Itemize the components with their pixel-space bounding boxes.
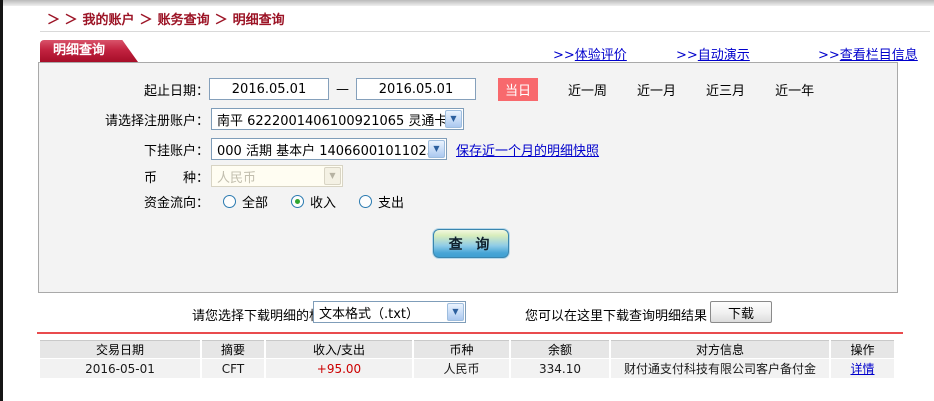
radio-checked-icon: [291, 195, 304, 208]
flow-option[interactable]: 收入: [291, 192, 336, 211]
sub-account-value: 000 活期 基本户 1406600101102571848: [212, 140, 428, 159]
breadcrumb-separator: ＞: [140, 13, 153, 28]
radio-icon: [359, 195, 372, 208]
results-table: 交易日期摘要收入/支出币种余额对方信息操作 2016-05-01CFT+95.0…: [38, 339, 896, 379]
save-snapshot-link[interactable]: 保存近一个月的明细快照: [456, 140, 599, 159]
fund-flow-label: 资金流向：: [39, 192, 209, 211]
currency-value: 人民币: [212, 167, 261, 186]
table-top-divider: [37, 332, 903, 334]
chevron-down-icon: ▼: [447, 303, 464, 321]
table-cell: +95.00: [266, 359, 412, 378]
flow-option-label: 全部: [242, 192, 268, 211]
double-arrow-icon: >>: [676, 48, 698, 63]
column-header: 收入/支出: [266, 340, 412, 358]
column-header: 交易日期: [40, 340, 200, 358]
date-range-label: 起止日期：: [39, 80, 209, 99]
header-link-1[interactable]: >>体验评价: [553, 44, 627, 63]
table-row: 2016-05-01CFT+95.00人民币334.10财付通支付科技有限公司客…: [40, 359, 894, 378]
quick-range-item[interactable]: 近一年: [775, 80, 814, 99]
date-from-input[interactable]: [209, 78, 329, 100]
column-header: 币种: [414, 340, 509, 358]
double-arrow-icon: >>: [818, 48, 840, 63]
flow-option-label: 支出: [378, 192, 404, 211]
header-link-label: 自动演示: [698, 48, 750, 63]
chevron-down-icon: ▼: [324, 167, 341, 185]
breadcrumb: ＞ ＞ 我的账户 ＞ 账务查询 ＞ 明细查询: [42, 9, 285, 28]
register-account-label: 请选择注册账户：: [39, 110, 209, 129]
register-account-row: 请选择注册账户： 南平 6222001406100921065 灵通卡 ▼: [39, 107, 464, 131]
table-cell: 2016-05-01: [40, 359, 200, 378]
sub-account-row: 下挂账户： 000 活期 基本户 1406600101102571848 ▼ 保…: [39, 137, 599, 161]
table-cell: 详情: [831, 359, 894, 378]
fund-flow-options: 全部 收入 支出: [209, 192, 404, 211]
page: ＞ ＞我的账户＞账务查询＞明细查询 明细查询 >>体验评价>>自动演示>>查看栏…: [0, 0, 934, 401]
breadcrumb-item[interactable]: 账务查询: [158, 13, 210, 28]
quick-range-item[interactable]: 近一周: [568, 80, 607, 99]
column-header: 余额: [511, 340, 609, 358]
table-cell: CFT: [202, 359, 264, 378]
detail-link[interactable]: 详情: [850, 362, 874, 376]
double-arrow-icon: >>: [553, 48, 575, 63]
table-cell: 人民币: [414, 359, 509, 378]
fund-flow-row: 资金流向： 全部 收入 支出: [39, 189, 404, 213]
currency-row: 币 种： 人民币 ▼: [39, 164, 343, 188]
download-format-value: 文本格式（.txt）: [314, 303, 424, 322]
chevron-down-icon: ▼: [428, 140, 445, 158]
breadcrumb-arrows-icon: ＞ ＞: [47, 13, 78, 28]
sub-account-label: 下挂账户：: [39, 140, 209, 159]
header-link-label: 体验评价: [575, 48, 627, 63]
header-links: >>体验评价>>自动演示>>查看栏目信息: [0, 44, 934, 62]
column-header: 操作: [831, 340, 894, 358]
breadcrumb-separator: ＞: [215, 13, 228, 28]
breadcrumb-item[interactable]: 我的账户: [83, 13, 135, 28]
quick-range-group: 当日 近一周 近一月 近三月 近一年: [476, 78, 814, 101]
results-table-body: 2016-05-01CFT+95.00人民币334.10财付通支付科技有限公司客…: [40, 359, 894, 378]
flow-option[interactable]: 全部: [223, 192, 268, 211]
date-to-input[interactable]: [356, 78, 476, 100]
flow-option-label: 收入: [310, 192, 336, 211]
quick-range-item[interactable]: 近三月: [706, 80, 745, 99]
download-button[interactable]: 下载: [710, 301, 772, 323]
register-account-value: 南平 6222001406100921065 灵通卡: [212, 110, 445, 129]
date-dash: —: [336, 82, 349, 97]
flow-option[interactable]: 支出: [359, 192, 404, 211]
breadcrumb-item[interactable]: 明细查询: [233, 13, 285, 28]
download-row: 请您选择下载明细的格式 文本格式（.txt） ▼ 您可以在这里下载查询明细结果 …: [0, 300, 934, 326]
header-row: 交易日期摘要收入/支出币种余额对方信息操作: [40, 340, 894, 358]
column-header: 对方信息: [611, 340, 829, 358]
download-result-label: 您可以在这里下载查询明细结果: [525, 305, 707, 324]
register-account-select[interactable]: 南平 6222001406100921065 灵通卡 ▼: [211, 108, 464, 130]
currency-label: 币 种：: [39, 167, 209, 186]
results-table-head: 交易日期摘要收入/支出币种余额对方信息操作: [40, 340, 894, 358]
top-gradient-bar: [0, 0, 934, 6]
query-button[interactable]: 查 询: [433, 229, 509, 258]
quick-range-active[interactable]: 当日: [498, 78, 538, 101]
header-link-label: 查看栏目信息: [840, 48, 918, 63]
column-header: 摘要: [202, 340, 264, 358]
download-format-select[interactable]: 文本格式（.txt） ▼: [313, 301, 466, 323]
header-link-3[interactable]: >>查看栏目信息: [818, 44, 918, 63]
table-cell: 334.10: [511, 359, 609, 378]
query-panel: 起止日期： — 当日 近一周 近一月 近三月 近一年 请选择注册账户： 南平 62220…: [38, 62, 898, 293]
radio-icon: [223, 195, 236, 208]
table-cell: 财付通支付科技有限公司客户备付金: [611, 359, 829, 378]
chevron-down-icon: ▼: [445, 110, 462, 128]
date-range-row: 起止日期： — 当日 近一周 近一月 近三月 近一年: [39, 77, 814, 101]
breadcrumb-divider: [40, 31, 930, 32]
header-link-2[interactable]: >>自动演示: [676, 44, 750, 63]
currency-select: 人民币 ▼: [211, 165, 343, 187]
quick-range-item[interactable]: 近一月: [637, 80, 676, 99]
sub-account-select[interactable]: 000 活期 基本户 1406600101102571848 ▼: [211, 138, 447, 160]
